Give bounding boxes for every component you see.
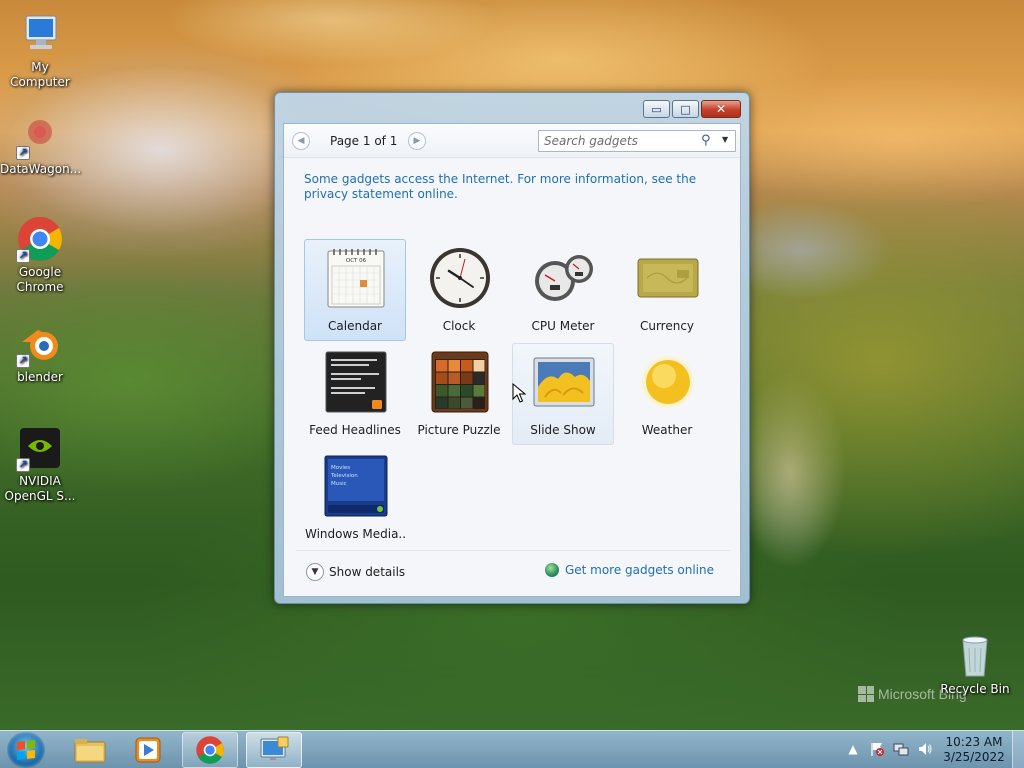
svg-text:Music: Music bbox=[331, 481, 347, 487]
search-dropdown-icon[interactable]: ▼ bbox=[722, 135, 728, 144]
gadget-currency[interactable]: Currency bbox=[616, 239, 718, 341]
shortcut-arrow-icon: ↗ bbox=[16, 146, 30, 160]
globe-icon bbox=[544, 563, 559, 577]
shortcut-arrow-icon: ↗ bbox=[16, 249, 30, 263]
network-icon[interactable] bbox=[893, 741, 909, 757]
get-more-gadgets-link[interactable]: Get more gadgets online bbox=[544, 563, 714, 577]
taskbar-media-player[interactable] bbox=[120, 732, 176, 768]
minimize-button[interactable]: ▭ bbox=[643, 100, 670, 118]
gadgets-window: ▭ □ ✕ ◀ Page 1 of 1 ▶ ⚲ ▼ Some gadgets a… bbox=[274, 92, 750, 604]
start-button[interactable] bbox=[7, 732, 45, 768]
taskbar-gadgets-window[interactable] bbox=[246, 732, 302, 768]
gadget-calendar[interactable]: OCT 06 Calendar bbox=[304, 239, 406, 341]
gadget-slide-show[interactable]: Slide Show bbox=[512, 343, 614, 445]
clock-gadget-icon bbox=[428, 246, 492, 310]
show-desktop-button[interactable] bbox=[1012, 731, 1024, 768]
cpu-meter-gadget-icon bbox=[532, 246, 596, 310]
svg-text:Movies: Movies bbox=[331, 465, 350, 471]
privacy-notice-link[interactable]: Some gadgets access the Internet. For mo… bbox=[304, 172, 724, 202]
chrome-icon: ↗ bbox=[16, 215, 64, 263]
nvidia-icon: ↗ bbox=[16, 424, 64, 472]
file-explorer-icon bbox=[74, 739, 106, 763]
windows-logo-icon bbox=[17, 740, 35, 760]
action-center-flag-icon[interactable] bbox=[869, 741, 885, 757]
maximize-button[interactable]: □ bbox=[672, 100, 699, 118]
desktop-icon-recycle-bin[interactable]: Recycle Bin bbox=[935, 632, 1015, 697]
taskbar-file-explorer[interactable] bbox=[62, 732, 118, 768]
weather-gadget-icon bbox=[636, 350, 700, 414]
shortcut-arrow-icon: ↗ bbox=[16, 354, 30, 368]
picture-puzzle-gadget-icon bbox=[428, 350, 492, 414]
show-hidden-icons-arrow[interactable]: ▲ bbox=[845, 741, 861, 757]
next-page-button[interactable]: ▶ bbox=[408, 132, 426, 150]
clock-date: 3/25/2022 bbox=[943, 750, 1005, 764]
blender-icon: ↗ bbox=[16, 320, 64, 368]
chevron-down-icon: ▼ bbox=[306, 563, 324, 581]
desktop-icon-my-computer[interactable]: My Computer bbox=[0, 10, 80, 90]
slide-show-gadget-icon bbox=[532, 350, 596, 414]
volume-icon[interactable] bbox=[917, 741, 933, 757]
gadgets-client-area: ◀ Page 1 of 1 ▶ ⚲ ▼ Some gadgets access … bbox=[283, 123, 741, 597]
taskbar-google-chrome[interactable] bbox=[182, 732, 238, 768]
window-controls: ▭ □ ✕ bbox=[643, 100, 741, 118]
currency-gadget-icon bbox=[636, 246, 700, 310]
media-player-icon bbox=[135, 737, 161, 763]
show-details-button[interactable]: ▼ Show details bbox=[306, 563, 405, 581]
close-button[interactable]: ✕ bbox=[701, 100, 741, 118]
search-gadgets-box[interactable]: ⚲ ▼ bbox=[538, 130, 736, 152]
taskbar: ▲ 10:23 AM 3/25/2022 bbox=[0, 730, 1024, 768]
calendar-gadget-icon: OCT 06 bbox=[324, 246, 388, 310]
recycle-bin-icon bbox=[951, 632, 999, 680]
microsoft-logo-icon bbox=[858, 686, 874, 702]
computer-icon bbox=[16, 10, 64, 58]
taskbar-clock[interactable]: 10:23 AM 3/25/2022 bbox=[938, 735, 1010, 765]
desktop-icon-nvidia-opengl[interactable]: ↗ NVIDIA OpenGL S... bbox=[0, 424, 80, 504]
page-label: Page 1 of 1 bbox=[330, 134, 398, 148]
desktop-icon-google-chrome[interactable]: ↗ Google Chrome bbox=[0, 215, 80, 295]
windows-media-gadget-icon: Movies Television Music bbox=[324, 454, 388, 518]
search-input[interactable] bbox=[544, 133, 694, 149]
chrome-icon bbox=[196, 736, 224, 764]
gadgets-footer: ▼ Show details Get more gadgets online bbox=[296, 550, 730, 590]
desktop-icon-blender[interactable]: ↗ blender bbox=[0, 320, 80, 385]
svg-text:Television: Television bbox=[330, 473, 358, 479]
gadget-picture-puzzle[interactable]: Picture Puzzle bbox=[408, 343, 510, 445]
desktop-icon-datawagon[interactable]: ↗ DataWagon... bbox=[0, 112, 81, 177]
clock-time: 10:23 AM bbox=[945, 735, 1003, 749]
svg-text:OCT 06: OCT 06 bbox=[346, 258, 367, 264]
datawagon-icon: ↗ bbox=[16, 112, 64, 160]
gadget-clock[interactable]: Clock bbox=[408, 239, 510, 341]
gadget-windows-media[interactable]: Movies Television Music Windows Media... bbox=[304, 447, 406, 549]
feed-headlines-gadget-icon bbox=[324, 350, 388, 414]
previous-page-button[interactable]: ◀ bbox=[292, 132, 310, 150]
mouse-cursor-icon bbox=[512, 382, 527, 406]
search-icon[interactable]: ⚲ bbox=[701, 133, 711, 148]
system-tray: ▲ bbox=[845, 741, 933, 757]
gadgets-window-icon bbox=[260, 736, 289, 762]
gadget-weather[interactable]: Weather bbox=[616, 343, 718, 445]
gadgets-toolbar: ◀ Page 1 of 1 ▶ ⚲ ▼ bbox=[284, 124, 740, 158]
gadget-cpu-meter[interactable]: CPU Meter bbox=[512, 239, 614, 341]
shortcut-arrow-icon: ↗ bbox=[16, 458, 30, 472]
gadget-feed-headlines[interactable]: Feed Headlines bbox=[304, 343, 406, 445]
